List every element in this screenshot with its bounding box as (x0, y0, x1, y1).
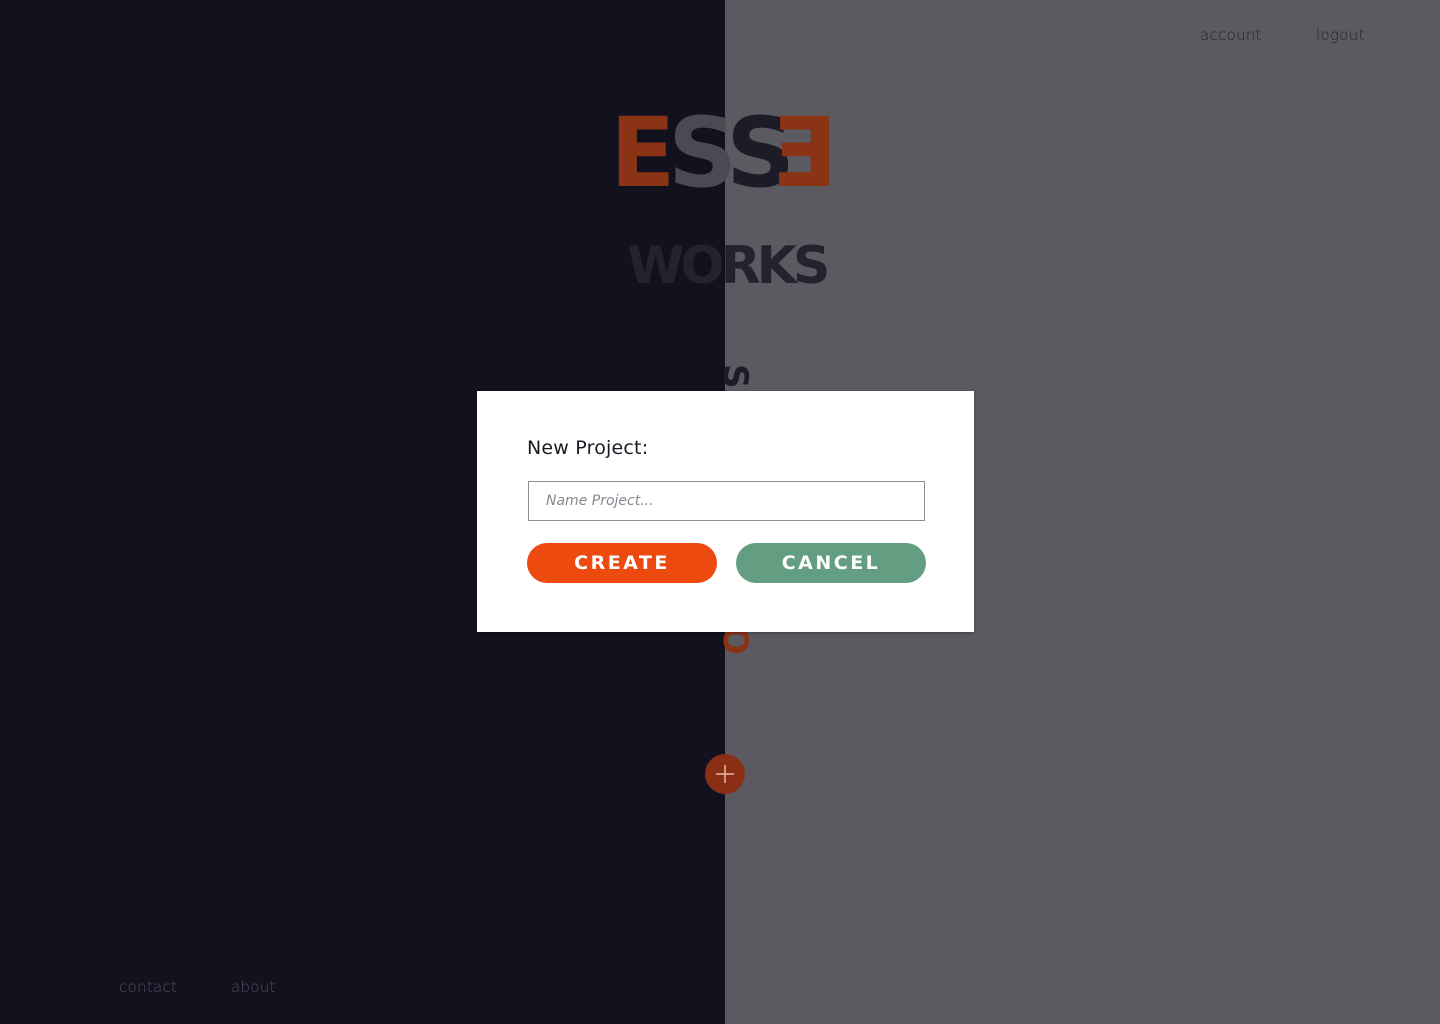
page-title: WORKS (627, 236, 830, 296)
logo-letter-s: S (668, 97, 737, 209)
page-title-text: WORKS (627, 236, 830, 296)
create-button[interactable]: CREATE (527, 543, 717, 583)
new-project-dialog: New Project: CREATE CANCEL (477, 391, 974, 632)
account-link[interactable]: account (1200, 26, 1262, 44)
logo: E S S E (610, 97, 840, 209)
logo-letter-e-mirrored: E (780, 97, 838, 209)
project-name-input[interactable] (528, 481, 925, 521)
logo-letter-e: E (610, 97, 676, 209)
logout-link[interactable]: logout (1316, 26, 1365, 44)
cancel-button[interactable]: CANCEL (736, 543, 926, 583)
vertical-decoration-top: S (715, 364, 755, 389)
add-project-button[interactable] (705, 754, 745, 794)
about-link[interactable]: about (231, 978, 276, 996)
logo-letter-s: S (726, 97, 795, 209)
dialog-title: New Project: (527, 437, 649, 459)
contact-link[interactable]: contact (119, 978, 177, 996)
plus-icon (716, 765, 734, 783)
